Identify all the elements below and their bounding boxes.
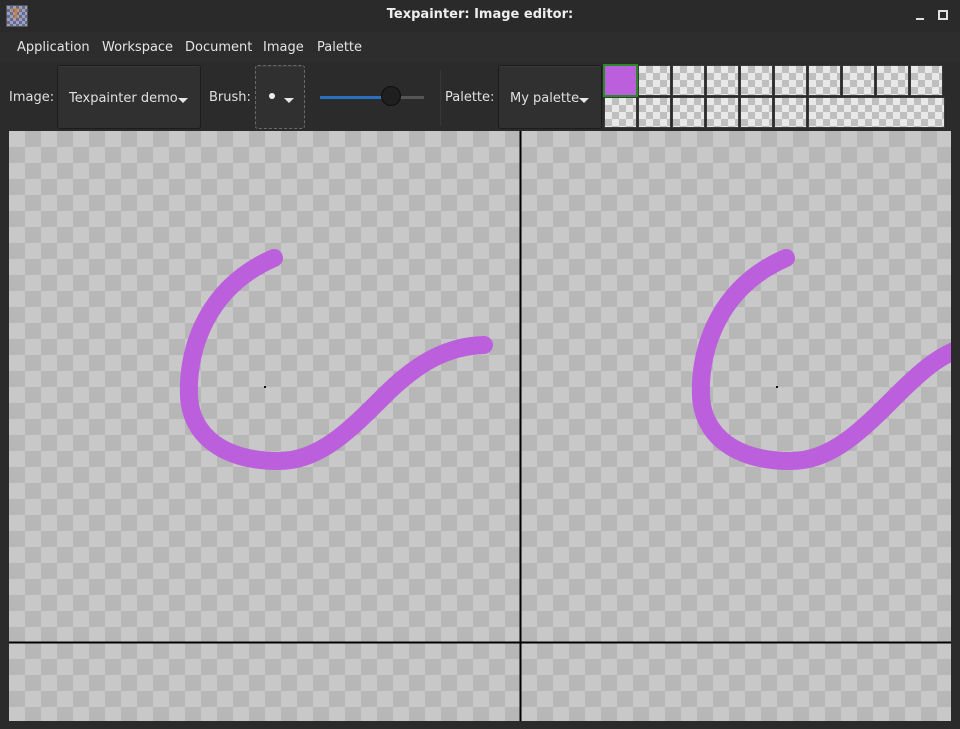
title-bar: T Texpainter: Image editor:: [0, 0, 960, 32]
menu-application[interactable]: Application: [17, 40, 90, 55]
palette-swatch[interactable]: [604, 97, 637, 128]
canvas-drawing: [9, 131, 951, 721]
palette-swatch[interactable]: [672, 97, 705, 128]
paint-stroke-tiled: [691, 249, 951, 471]
palette-swatch[interactable]: [638, 97, 671, 128]
minimize-icon[interactable]: [914, 8, 928, 22]
palette-swatch[interactable]: [706, 97, 739, 128]
image-select[interactable]: Texpainter demo: [57, 65, 201, 129]
image-canvas[interactable]: [9, 131, 951, 721]
menu-document[interactable]: Document: [185, 40, 252, 55]
center-marker: [264, 386, 266, 388]
palette-swatch[interactable]: [876, 65, 909, 96]
palette-swatch[interactable]: [706, 65, 739, 96]
menu-palette[interactable]: Palette: [317, 40, 362, 55]
brush-label: Brush:: [209, 90, 251, 105]
palette-select-value: My palette: [510, 91, 580, 106]
palette-swatch-empty-area: [808, 97, 945, 128]
image-select-value: Texpainter demo: [69, 91, 178, 106]
chevron-down-icon: [579, 98, 589, 103]
palette-swatch[interactable]: [842, 65, 875, 96]
palette-swatch[interactable]: [740, 65, 773, 96]
palette-swatch-selected[interactable]: [603, 64, 638, 97]
brush-select[interactable]: [255, 65, 305, 129]
palette-swatch[interactable]: [774, 97, 807, 128]
palette-swatch[interactable]: [774, 65, 807, 96]
palette-swatch[interactable]: [740, 97, 773, 128]
toolbar-separator: [440, 70, 441, 126]
brush-size-slider[interactable]: [320, 96, 424, 99]
brush-size-slider-handle[interactable]: [381, 86, 401, 106]
chevron-down-icon: [284, 98, 294, 103]
maximize-icon[interactable]: [936, 8, 950, 22]
palette-select[interactable]: My palette: [498, 65, 602, 129]
menu-image[interactable]: Image: [263, 40, 304, 55]
window-title: Texpainter: Image editor:: [386, 7, 574, 22]
menu-workspace[interactable]: Workspace: [102, 40, 173, 55]
center-marker: [776, 386, 778, 388]
chevron-down-icon: [178, 98, 188, 103]
menu-bar: Application Workspace Document Image Pal…: [0, 32, 960, 62]
palette-swatch[interactable]: [638, 65, 671, 96]
brush-size-slider-fill: [320, 96, 390, 99]
palette-swatch[interactable]: [910, 65, 943, 96]
palette-label: Palette:: [445, 90, 495, 105]
image-label: Image:: [9, 90, 55, 105]
paint-stroke: [179, 249, 493, 471]
palette-swatch[interactable]: [808, 65, 841, 96]
palette-swatch[interactable]: [672, 65, 705, 96]
brush-dot-icon: [269, 93, 275, 99]
